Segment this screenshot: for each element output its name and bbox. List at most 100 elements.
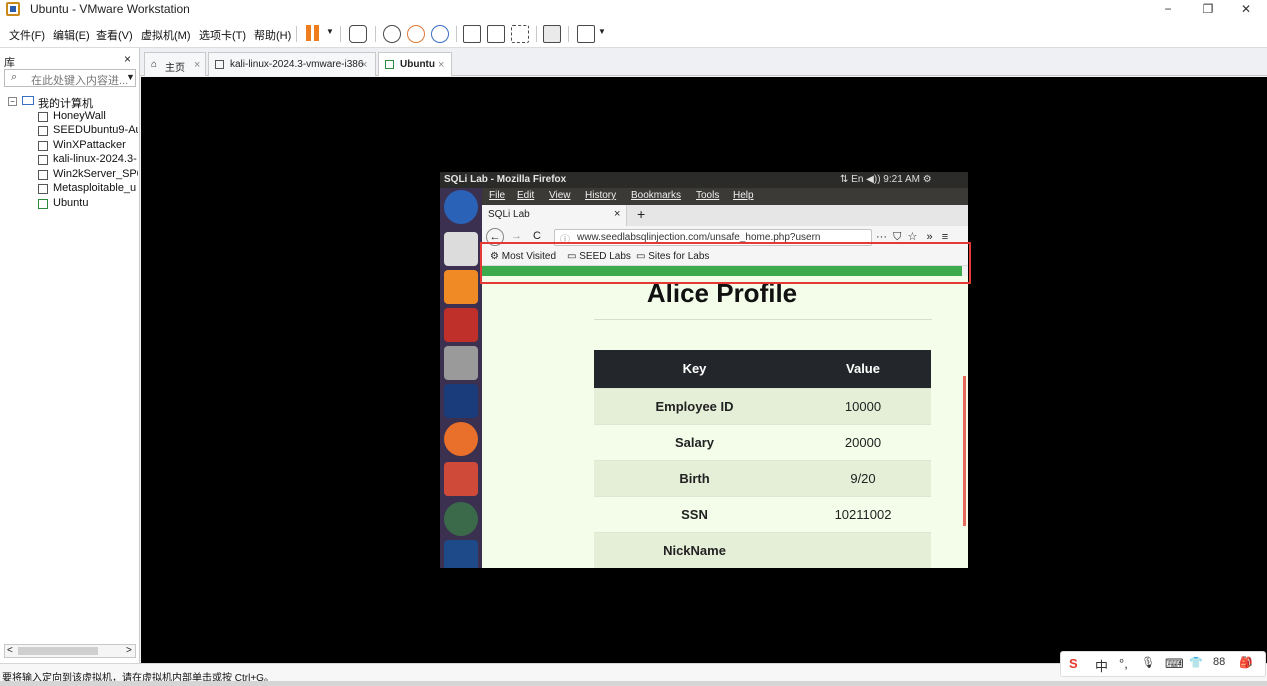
collapse-icon[interactable]: − <box>8 97 17 106</box>
software-updater-icon[interactable] <box>444 502 478 536</box>
sublime-text-icon[interactable] <box>444 270 478 304</box>
guest-top-panel: SQLi Lab - Mozilla Firefox ⇅ En ◀)) 9:21… <box>440 172 968 188</box>
row-key: Salary <box>594 423 795 460</box>
row-value: 10211002 <box>795 495 931 532</box>
menu-edit[interactable]: 编辑(E) <box>53 27 90 43</box>
reload-button[interactable]: C <box>533 230 541 242</box>
snapshot-manager-icon[interactable] <box>431 25 449 43</box>
tab-home-label: 主页 <box>165 63 185 74</box>
menu-tabs[interactable]: 选项卡(T) <box>199 27 246 43</box>
skin-icon[interactable]: 👕 <box>1189 656 1203 669</box>
tab-home[interactable]: ⌂ 主页 × <box>144 52 206 76</box>
guest-system-tray[interactable]: ⇅ En ◀)) 9:21 AM ⚙ <box>840 174 932 185</box>
ime-toolbar: S 中 °, 🎙 ⌨ 👕 88 🎒 <box>1060 651 1266 677</box>
terminal-icon[interactable] <box>444 308 478 342</box>
settings-icon[interactable] <box>444 462 478 496</box>
vm-icon <box>38 126 48 136</box>
menu-file[interactable]: 文件(F) <box>9 27 45 43</box>
tree-item-winxpattacker[interactable]: WinXPattacker <box>53 139 138 151</box>
tree-root-my-computer[interactable]: 我的计算机 <box>38 95 138 111</box>
stretch-dropdown-icon[interactable]: ▼ <box>598 27 606 36</box>
pause-dropdown-icon[interactable]: ▼ <box>326 27 334 36</box>
revert-snapshot-icon[interactable] <box>407 25 425 43</box>
library-horizontal-scrollbar[interactable]: < > <box>4 644 136 658</box>
tab-kali-label: kali-linux-2024.3-vmware-i386 <box>230 59 364 70</box>
trash-icon[interactable] <box>444 540 478 568</box>
menu-help[interactable]: 帮助(H) <box>254 27 291 43</box>
text-editor-icon[interactable] <box>444 232 478 266</box>
table-row: SSN 10211002 <box>594 495 931 532</box>
thumbnail-view-icon[interactable] <box>487 25 505 43</box>
tab-close-icon[interactable]: × <box>194 59 200 71</box>
status-bottom-strip <box>0 681 1267 686</box>
menu-view[interactable]: 查看(V) <box>96 27 133 43</box>
ff-menu-history[interactable]: History <box>585 190 616 201</box>
restore-button[interactable]: ❐ <box>1188 0 1228 18</box>
tree-item-seedubuntu[interactable]: SEEDUbuntu9-Au <box>53 124 138 136</box>
table-row: Employee ID 10000 <box>594 387 931 424</box>
ime-extra-icon[interactable]: 🎒 <box>1239 656 1253 669</box>
page-scrollbar[interactable] <box>963 376 966 526</box>
row-key: Employee ID <box>594 387 795 424</box>
tab-close-icon[interactable]: × <box>361 59 367 71</box>
scroll-right-icon[interactable]: > <box>126 645 132 656</box>
files-icon[interactable] <box>444 346 478 380</box>
firefox-icon[interactable] <box>444 422 478 456</box>
ime-chinese-mode[interactable]: 中 <box>1095 656 1108 675</box>
tree-item-honeywall[interactable]: HoneyWall <box>53 110 138 122</box>
console-view-icon[interactable] <box>543 25 561 43</box>
ff-menu-edit[interactable]: Edit <box>517 190 534 201</box>
window-titlebar: Ubuntu - VMware Workstation − ❐ ✕ <box>0 0 1267 18</box>
tab-kali[interactable]: kali-linux-2024.3-vmware-i386 × <box>208 52 376 76</box>
tree-item-kali[interactable]: kali-linux-2024.3- <box>53 153 138 165</box>
ime-punctuation-icon[interactable]: °, <box>1119 656 1128 671</box>
vm-icon <box>215 60 224 69</box>
tab-close-icon[interactable]: × <box>438 59 444 71</box>
highlight-box <box>480 242 971 284</box>
guest-desktop[interactable]: SQLi Lab - Mozilla Firefox ⇅ En ◀)) 9:21… <box>440 172 968 568</box>
vm-tab-bar: ⌂ 主页 × kali-linux-2024.3-vmware-i386 × U… <box>140 48 1267 76</box>
stretch-guest-icon[interactable] <box>577 25 595 43</box>
divider <box>594 319 932 320</box>
new-tab-button[interactable]: + <box>637 206 645 222</box>
firefox-menubar: File Edit View History Bookmarks Tools H… <box>482 188 968 205</box>
wireshark-icon[interactable] <box>444 384 478 418</box>
firefox-tab-sqli-lab[interactable]: SQLi Lab × <box>482 205 627 226</box>
ff-menu-help[interactable]: Help <box>733 190 754 201</box>
tree-item-ubuntu[interactable]: Ubuntu <box>53 197 138 209</box>
snapshot-icon[interactable] <box>383 25 401 43</box>
fullscreen-icon[interactable] <box>511 25 529 43</box>
search-dropdown-icon[interactable]: ▼ <box>126 72 135 82</box>
ff-menu-file[interactable]: File <box>489 190 505 201</box>
tab-ubuntu[interactable]: Ubuntu × <box>378 52 452 76</box>
microphone-icon[interactable]: 🎙 <box>1141 656 1155 669</box>
vm-icon <box>38 112 48 122</box>
library-close-button[interactable]: × <box>124 52 131 66</box>
dash-home-icon[interactable] <box>444 190 478 224</box>
ff-menu-view[interactable]: View <box>549 190 571 201</box>
ff-menu-bookmarks[interactable]: Bookmarks <box>631 190 681 201</box>
library-search-input[interactable]: ⌕ 在此处键入内容进... ▼ <box>4 69 136 87</box>
tree-item-metasploitable[interactable]: Metasploitable_u <box>53 182 138 194</box>
send-ctrl-alt-del-icon[interactable] <box>349 25 367 43</box>
page-content[interactable]: Alice Profile Key Value Employee ID 1000… <box>482 276 968 568</box>
menu-vm[interactable]: 虚拟机(M) <box>141 27 191 43</box>
ff-tab-close-icon[interactable]: × <box>614 208 620 220</box>
minimize-button[interactable]: − <box>1148 0 1188 18</box>
row-key: Birth <box>594 459 795 496</box>
sogou-logo-icon[interactable]: S <box>1069 656 1078 671</box>
forward-button[interactable]: → <box>511 230 522 242</box>
ff-tab-label: SQLi Lab <box>488 209 530 220</box>
library-title: 库 <box>4 57 15 69</box>
pause-icon[interactable] <box>305 25 321 41</box>
library-view-icon[interactable] <box>463 25 481 43</box>
toolbox-icon[interactable]: 88 <box>1213 656 1225 668</box>
scroll-thumb[interactable] <box>18 647 98 655</box>
ff-menu-tools[interactable]: Tools <box>696 190 719 201</box>
scroll-left-icon[interactable]: < <box>7 645 13 656</box>
keyboard-icon[interactable]: ⌨ <box>1165 656 1184 672</box>
table-header-key: Key <box>594 350 795 388</box>
tree-item-win2kserver[interactable]: Win2kServer_SP0 <box>53 168 138 180</box>
close-button[interactable]: ✕ <box>1226 0 1266 18</box>
search-icon: ⌕ <box>11 71 18 83</box>
